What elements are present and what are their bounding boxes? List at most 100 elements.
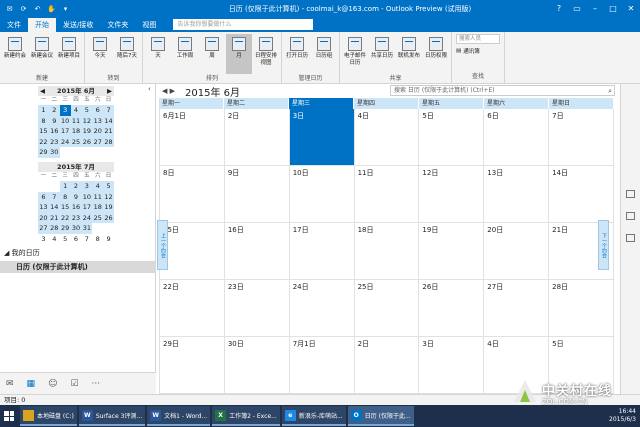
calendar-day-cell[interactable]: 24日 — [289, 280, 355, 337]
prev-month-icon[interactable]: ◀ — [40, 86, 45, 96]
tell-me-input[interactable]: 告诉我你想要做什么 — [173, 19, 314, 30]
tab-home[interactable]: 开始 — [28, 18, 56, 32]
calendar-day-cell[interactable]: 4日 — [484, 337, 550, 394]
calendar-icon[interactable]: ▦ — [27, 379, 36, 389]
mini-calendar-day[interactable]: 26 — [81, 136, 93, 147]
week-view-button[interactable]: 周 — [199, 34, 225, 74]
mini-calendar-day[interactable]: 13 — [92, 115, 104, 126]
mini-calendar-day[interactable]: 4 — [70, 105, 82, 116]
calendar-day-cell[interactable]: 7月1日 — [289, 337, 355, 394]
schedule-view-button[interactable]: 日程安排视图 — [253, 34, 279, 74]
mini-calendar-day[interactable]: 3 — [59, 105, 71, 116]
calendar-day-cell[interactable]: 14日 — [549, 166, 614, 223]
calendar-day-cell[interactable]: 9日 — [224, 166, 290, 223]
mini-calendar-day[interactable]: 2 — [48, 105, 60, 116]
tasks-icon[interactable]: ☑ — [70, 379, 78, 389]
calendar-day-cell[interactable]: 10日 — [289, 166, 355, 223]
mini-calendar-day[interactable]: 4 — [49, 234, 60, 245]
tab-file[interactable]: 文件 — [0, 18, 28, 32]
maximize-button[interactable]: □ — [604, 0, 622, 17]
next-appointment-button[interactable]: 下一个约会 — [598, 220, 609, 270]
mini-calendar-day[interactable]: 23 — [70, 212, 82, 223]
day-view-button[interactable]: 天 — [145, 34, 171, 74]
mini-calendar-day[interactable]: 28 — [48, 223, 60, 234]
todo-tasks-icon[interactable] — [626, 234, 635, 242]
mini-calendar-day[interactable]: 1 — [59, 181, 71, 192]
calendar-day-cell[interactable]: 30日 — [224, 337, 290, 394]
calendar-groups-button[interactable]: 日历组 — [311, 34, 337, 74]
mini-calendar-day[interactable]: 4 — [92, 181, 104, 192]
mini-calendar-day[interactable]: 15 — [59, 202, 71, 213]
taskbar-item-browser[interactable]: e 新浪乐-库萌站... — [281, 406, 346, 426]
calendar-day-cell[interactable]: 15日 — [160, 223, 225, 280]
taskbar-item-word-2[interactable]: W 文档1 - Word... — [147, 406, 211, 426]
mini-calendar-day[interactable]: 30 — [70, 223, 82, 234]
mini-calendar-day[interactable]: 7 — [81, 234, 92, 245]
mini-calendar-day[interactable]: 14 — [103, 115, 114, 126]
mini-calendar-day[interactable]: 13 — [38, 202, 49, 213]
mini-calendar-day[interactable]: 2 — [70, 181, 82, 192]
mini-calendar-day[interactable]: 20 — [92, 126, 104, 137]
mini-calendar-day[interactable]: 7 — [103, 105, 114, 116]
calendar-day-cell[interactable]: 6日 — [484, 109, 550, 166]
taskbar-item-explorer[interactable]: 本地磁盘 (C:) — [20, 406, 77, 426]
open-calendar-button[interactable]: 打开日历 — [284, 34, 310, 74]
previous-appointment-button[interactable]: 上一个约会 — [157, 220, 168, 270]
mini-calendar-day[interactable]: 17 — [81, 202, 93, 213]
calendar-search-input[interactable]: 搜索 日历 (仅限于此计算机) (Ctrl+E) ⌕ — [390, 85, 615, 96]
calendar-day-cell[interactable]: 8日 — [160, 166, 225, 223]
calendar-day-cell[interactable]: 28日 — [549, 280, 614, 337]
share-calendar-button[interactable]: 共享日历 — [369, 34, 395, 74]
calendar-day-cell[interactable]: 5日 — [549, 337, 614, 394]
work-week-view-button[interactable]: 工作周 — [172, 34, 198, 74]
calendar-day-cell[interactable]: 22日 — [160, 280, 225, 337]
tab-send-receive[interactable]: 发送/接收 — [56, 18, 100, 32]
mini-calendar-day[interactable]: 17 — [59, 126, 71, 137]
calendar-day-cell[interactable]: 2日 — [354, 337, 420, 394]
calendar-day-cell[interactable]: 23日 — [224, 280, 290, 337]
mini-calendar-day[interactable]: 22 — [38, 136, 49, 147]
calendar-day-cell[interactable]: 26日 — [419, 280, 485, 337]
mini-calendar-day[interactable]: 12 — [81, 115, 93, 126]
mini-calendar-day[interactable]: 18 — [70, 126, 82, 137]
mini-calendar-day[interactable]: 22 — [59, 212, 71, 223]
calendar-day-cell[interactable]: 3日 — [419, 337, 485, 394]
calendar-day-cell[interactable]: 16日 — [224, 223, 290, 280]
calendar-day-cell[interactable]: 6月1日 — [160, 109, 225, 166]
taskbar-item-outlook[interactable]: O 日历 (仅限于此... — [347, 406, 414, 426]
customize-qat-icon[interactable]: ▾ — [60, 3, 71, 14]
calendar-day-cell[interactable]: 17日 — [289, 223, 355, 280]
mini-calendar-day[interactable]: 19 — [81, 126, 93, 137]
mini-calendar-day[interactable]: 25 — [70, 136, 82, 147]
calendar-day-cell[interactable]: 3日 — [289, 109, 355, 166]
mini-calendar-day[interactable]: 27 — [38, 223, 49, 234]
mini-calendar-day[interactable]: 15 — [38, 126, 49, 137]
mini-calendar-day[interactable]: 11 — [92, 191, 104, 202]
calendar-day-cell[interactable]: 12日 — [419, 166, 485, 223]
mini-calendar-day[interactable]: 18 — [92, 202, 104, 213]
mini-calendar-day[interactable]: 8 — [59, 191, 71, 202]
mini-calendar-day[interactable]: 27 — [92, 136, 104, 147]
mini-calendar-day[interactable]: 9 — [103, 234, 114, 245]
calendar-day-cell[interactable]: 11日 — [354, 166, 420, 223]
email-calendar-button[interactable]: 电子邮件日历 — [342, 34, 368, 74]
mini-calendar-day[interactable]: 6 — [38, 191, 49, 202]
month-view-button[interactable]: 月 — [226, 34, 252, 74]
tab-folder[interactable]: 文件夹 — [100, 18, 135, 32]
todo-calendar-icon[interactable] — [626, 190, 635, 198]
people-icon[interactable]: ☺ — [48, 379, 57, 389]
system-tray-clock[interactable]: 16:44 2015/6/3 — [609, 408, 640, 424]
publish-online-button[interactable]: 联机发布 — [396, 34, 422, 74]
mini-calendar-day[interactable]: 6 — [92, 105, 104, 116]
undo-icon[interactable]: ↶ — [32, 3, 43, 14]
mini-calendar-day[interactable]: 30 — [48, 147, 60, 158]
minimize-button[interactable]: – — [586, 0, 604, 17]
mini-calendar-day[interactable]: 16 — [70, 202, 82, 213]
help-icon[interactable]: ? — [550, 0, 568, 17]
mini-calendar-day[interactable]: 11 — [70, 115, 82, 126]
mini-calendar-day[interactable]: 3 — [81, 181, 93, 192]
mini-calendar-day[interactable]: 5 — [60, 234, 71, 245]
calendar-day-cell[interactable]: 18日 — [354, 223, 420, 280]
mini-calendar-day[interactable]: 1 — [38, 105, 49, 116]
calendar-day-cell[interactable]: 2日 — [224, 109, 290, 166]
